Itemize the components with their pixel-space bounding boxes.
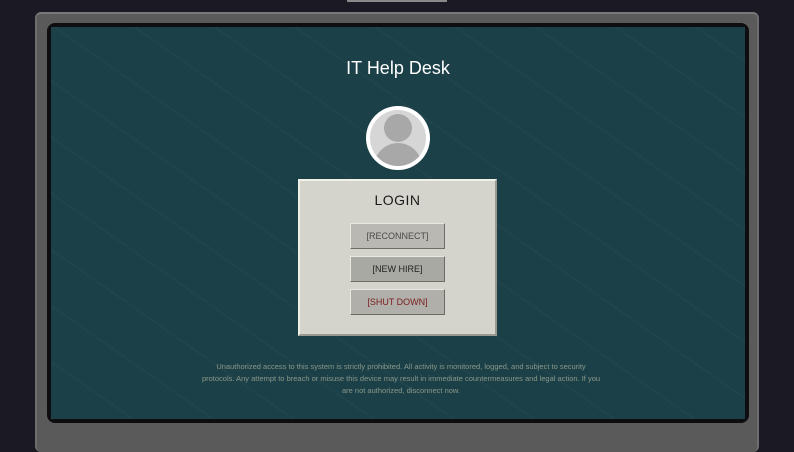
avatar-circle [370,110,426,166]
reconnect-button[interactable]: [RECONNECT] [350,223,445,249]
user-avatar-icon [366,106,430,170]
top-tab-decoration [347,0,447,2]
new-hire-button[interactable]: [NEW HIRE] [350,256,445,282]
login-panel: LOGIN [RECONNECT] [NEW HIRE] [SHUT DOWN] [298,179,497,336]
avatar-body-shape [374,143,422,166]
monitor-frame: IT Help Desk LOGIN [RECONNECT] [NEW HIRE… [35,12,759,452]
warning-notice: Unauthorized access to this system is st… [201,362,601,395]
avatar-head-shape [384,114,412,142]
screen: IT Help Desk LOGIN [RECONNECT] [NEW HIRE… [51,27,745,419]
page-title: IT Help Desk [346,58,450,78]
shut-down-button[interactable]: [SHUT DOWN] [350,289,445,315]
monitor-bezel: IT Help Desk LOGIN [RECONNECT] [NEW HIRE… [47,23,749,423]
login-heading: LOGIN [374,192,421,208]
